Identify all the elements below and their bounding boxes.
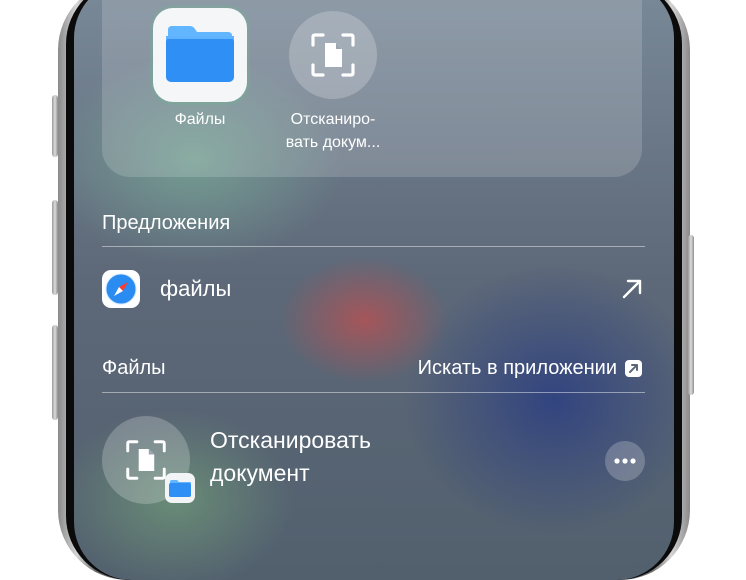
scan-document-label-line1: Отсканиро-: [290, 111, 376, 128]
files-app-tile: [153, 8, 247, 102]
open-in-app-icon: [625, 360, 642, 377]
files-app[interactable]: Файлы: [150, 8, 250, 131]
search-in-app-link[interactable]: Искать в приложении: [418, 357, 642, 380]
scan-document-result-title: Отсканировать документ: [210, 424, 470, 490]
power-button: [688, 235, 694, 395]
scan-document-circle: [289, 11, 377, 99]
suggestion-text: файлы: [160, 276, 232, 301]
search-in-app-label: Искать в приложении: [417, 357, 617, 379]
volume-down-button: [52, 325, 58, 420]
safari-icon: [102, 270, 140, 308]
arrow-up-right-icon[interactable]: [619, 276, 645, 302]
files-folder-icon: [166, 26, 234, 82]
scan-document-result[interactable]: Отсканировать документ: [102, 416, 645, 516]
suggestions-divider: [102, 246, 645, 247]
scan-document-icon: [311, 33, 355, 77]
suggestion-item[interactable]: файлы: [102, 266, 645, 314]
files-divider: [102, 392, 645, 393]
result-title-line2: документ: [210, 460, 310, 486]
suggestions-header: Предложения: [102, 212, 231, 234]
more-ellipsis-icon: [614, 458, 636, 464]
files-section-header: Файлы Искать в приложении: [102, 357, 645, 380]
scan-document-label-line2: вать докум...: [285, 134, 381, 151]
files-section-title: Файлы: [102, 357, 166, 379]
scan-document-icon: [126, 440, 166, 480]
result-title-line1: Отсканировать: [210, 427, 371, 453]
more-options-button[interactable]: [605, 441, 645, 481]
scan-document-label: Отсканиро- вать докум...: [278, 108, 388, 154]
action-button: [52, 95, 58, 157]
files-badge-icon: [165, 473, 195, 503]
files-app-label: Файлы: [174, 111, 226, 128]
screen: Файлы Отсканиро- вать докум... Предложен…: [74, 0, 674, 580]
apps-card: Файлы Отсканиро- вать докум...: [102, 0, 642, 177]
volume-up-button: [52, 200, 58, 295]
scan-document-app[interactable]: Отсканиро- вать докум...: [278, 8, 388, 154]
